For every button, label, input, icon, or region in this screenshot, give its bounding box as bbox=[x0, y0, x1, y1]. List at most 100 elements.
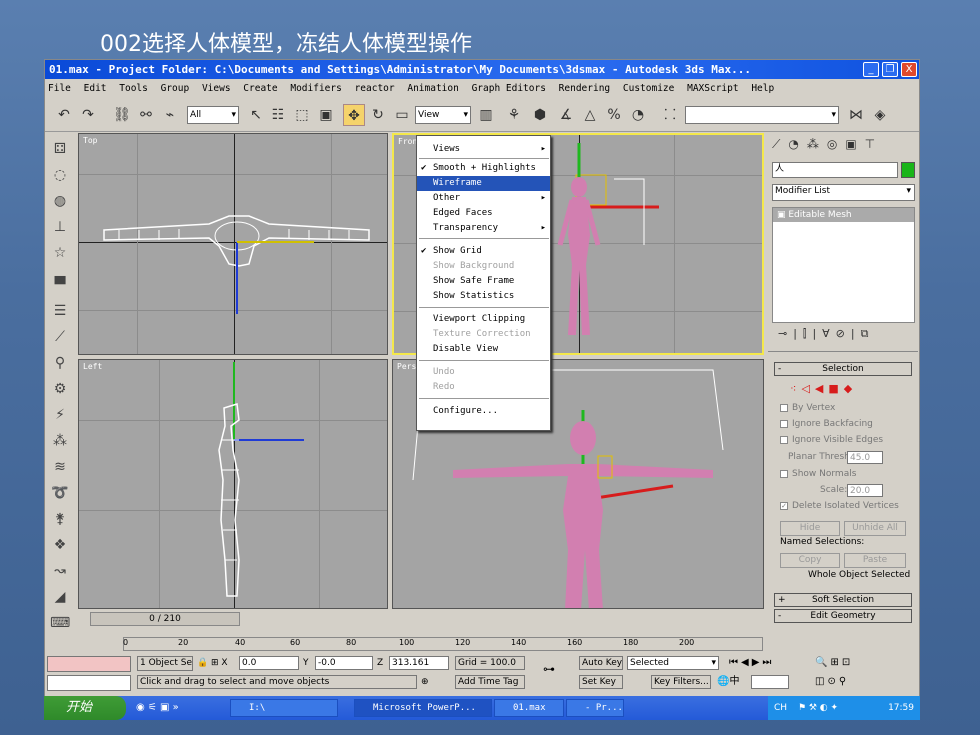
menu-group[interactable]: Group bbox=[161, 83, 190, 94]
stack-item-editable-mesh[interactable]: ▣ Editable Mesh bbox=[773, 208, 914, 222]
manipulate-icon[interactable]: ⚘ bbox=[503, 104, 525, 126]
key-icon[interactable]: ⊶ bbox=[543, 662, 555, 676]
particles-icon[interactable]: ⁂ bbox=[50, 431, 70, 451]
time-slider-track[interactable]: 0 / 210 bbox=[78, 612, 764, 627]
menu-customize[interactable]: Customize bbox=[623, 83, 674, 94]
planar-thresh-field[interactable]: 45.0 bbox=[847, 451, 883, 464]
menu-item-show-grid[interactable]: ✔ Show Grid bbox=[417, 244, 550, 259]
modifier-list-dropdown[interactable]: Modifier List ▾ bbox=[772, 184, 915, 201]
create-icon[interactable]: ⚃ bbox=[50, 139, 70, 159]
scale-field[interactable]: 20.0 bbox=[847, 484, 883, 497]
menu-item-wireframe[interactable]: Wireframe bbox=[417, 176, 550, 191]
helpers-icon[interactable]: ⊥ bbox=[50, 217, 70, 237]
redo-icon[interactable]: ↷ bbox=[77, 104, 99, 126]
reference-coord-dropdown[interactable]: View ▾ bbox=[415, 106, 471, 124]
rect-region-icon[interactable]: ⬚ bbox=[291, 104, 313, 126]
undo-icon[interactable]: ↶ bbox=[53, 104, 75, 126]
set-key-button[interactable]: Set Key bbox=[579, 675, 623, 689]
add-time-tag-button[interactable]: Add Time Tag bbox=[455, 675, 525, 689]
menu-item-texture-correction[interactable]: Texture Correction bbox=[417, 327, 550, 342]
extras-icon[interactable]: ◢ bbox=[50, 587, 70, 607]
selection-filter-dropdown[interactable]: All ▾ bbox=[187, 106, 239, 124]
select-icon[interactable]: ↖ bbox=[245, 104, 267, 126]
sphere-icon[interactable]: ◍ bbox=[50, 191, 70, 211]
bone-icon[interactable]: ⟋ bbox=[50, 327, 70, 347]
tray-icons[interactable]: ⚑ ⚒ ◐ ✦ bbox=[798, 703, 838, 713]
window-crossing-icon[interactable]: ▣ bbox=[315, 104, 337, 126]
menu-item-undo[interactable]: Undo bbox=[417, 365, 550, 380]
lock-icon[interactable]: 🔒 bbox=[197, 656, 208, 670]
stack-controls[interactable]: ⊸|⫿|∀⊘|⧉ bbox=[778, 327, 908, 347]
menu-item-redo[interactable]: Redo bbox=[417, 380, 550, 395]
lightning-icon[interactable]: ⚡ bbox=[50, 405, 70, 425]
copy-button[interactable]: Copy bbox=[780, 553, 840, 568]
z-coordinate-field[interactable]: 313.161 bbox=[389, 656, 449, 670]
menu-item-edged-faces[interactable]: Edged Faces bbox=[417, 206, 550, 221]
auto-key-button[interactable]: Auto Key bbox=[579, 656, 623, 670]
menu-maxscript[interactable]: MAXScript bbox=[687, 83, 738, 94]
ignore-backfacing-checkbox[interactable]: Ignore Backfacing bbox=[780, 419, 873, 429]
menu-item-smooth-highlights[interactable]: ✔ Smooth + Highlights bbox=[417, 161, 550, 176]
menu-tools[interactable]: Tools bbox=[119, 83, 148, 94]
menu-file[interactable]: File bbox=[48, 83, 71, 94]
spinner-snap-icon[interactable]: ◔ bbox=[627, 104, 649, 126]
shapes-icon[interactable]: ◌ bbox=[50, 165, 70, 185]
transform-type-in-icon[interactable]: ⊞ X bbox=[211, 656, 228, 670]
star-icon[interactable]: ☆ bbox=[50, 243, 70, 263]
object-name-field[interactable]: 人 bbox=[772, 162, 898, 178]
menu-create[interactable]: Create bbox=[243, 83, 277, 94]
show-normals-checkbox[interactable]: Show Normals bbox=[780, 469, 856, 479]
menu-item-disable-view[interactable]: Disable View bbox=[417, 342, 550, 357]
menu-item-configure[interactable]: Configure... bbox=[417, 404, 550, 419]
select-by-name-icon[interactable]: ☷ bbox=[267, 104, 289, 126]
menu-item-viewport-clipping[interactable]: Viewport Clipping bbox=[417, 312, 550, 327]
key-mode-dropdown[interactable]: Selected ▾ bbox=[627, 656, 719, 670]
spiral-icon[interactable]: ➰ bbox=[50, 483, 70, 503]
gear-icon[interactable]: ⚙ bbox=[50, 379, 70, 399]
unhide-all-button[interactable]: Unhide All bbox=[844, 521, 906, 536]
task-explorer[interactable]: I:\ bbox=[230, 699, 338, 717]
menu-help[interactable]: Help bbox=[751, 83, 774, 94]
key-filters-button[interactable]: Key Filters... bbox=[651, 675, 711, 689]
selection-rollout[interactable]: - Selection bbox=[774, 362, 912, 376]
start-button[interactable]: 开始 bbox=[44, 696, 126, 720]
menu-item-show-statistics[interactable]: Show Statistics bbox=[417, 289, 550, 304]
delete-isolated-checkbox[interactable]: ✓ Delete Isolated Vertices bbox=[780, 501, 899, 511]
unlink-icon[interactable]: ⚯ bbox=[135, 104, 157, 126]
keyboard-shortcut-icon[interactable]: ⬢ bbox=[529, 104, 551, 126]
percent-snap-icon[interactable]: % bbox=[603, 104, 625, 126]
edit-named-selection-icon[interactable]: ⸬ bbox=[659, 104, 681, 126]
x-coordinate-field[interactable]: 0.0 bbox=[239, 656, 299, 670]
menu-item-transparency[interactable]: Transparency ▸ bbox=[417, 221, 550, 236]
menu-graph-editors[interactable]: Graph Editors bbox=[472, 83, 546, 94]
quick-launch-icons[interactable]: ◉ ⚟ ▣ » bbox=[136, 701, 179, 715]
object-color-swatch[interactable] bbox=[901, 162, 915, 178]
menu-rendering[interactable]: Rendering bbox=[559, 83, 610, 94]
task-powerpoint[interactable]: Microsoft PowerP... bbox=[354, 699, 492, 717]
menu-item-show-safe-frame[interactable]: Show Safe Frame bbox=[417, 274, 550, 289]
menu-animation[interactable]: Animation bbox=[407, 83, 458, 94]
snaps-toggle-icon[interactable]: ∡ bbox=[555, 104, 577, 126]
box-icon[interactable]: ▀ bbox=[50, 275, 70, 295]
menu-views[interactable]: Views bbox=[202, 83, 231, 94]
command-tabs[interactable]: ⟋◔⁂◎▣⊤ bbox=[772, 137, 914, 157]
waves-icon[interactable]: ≋ bbox=[50, 457, 70, 477]
menu-modifiers[interactable]: Modifiers bbox=[290, 83, 341, 94]
biped-icon[interactable]: ⚵ bbox=[50, 509, 70, 529]
menu-reactor[interactable]: reactor bbox=[355, 83, 395, 94]
subobject-level-icons[interactable]: ⁖◁◀■◆ bbox=[790, 382, 857, 395]
viewport-top[interactable]: Top bbox=[78, 133, 388, 355]
wand-icon[interactable]: ⚲ bbox=[50, 353, 70, 373]
menu-item-views[interactable]: Views ▸ bbox=[417, 142, 550, 157]
move-icon[interactable]: ✥ bbox=[343, 104, 365, 126]
maxscript-mini-input[interactable] bbox=[47, 675, 131, 691]
named-selection-dropdown[interactable]: ▾ bbox=[685, 106, 839, 124]
hide-button[interactable]: Hide bbox=[780, 521, 840, 536]
navigation-controls[interactable]: 🔍⊞⊡ bbox=[815, 656, 853, 670]
soft-selection-rollout[interactable]: + Soft Selection bbox=[774, 593, 912, 607]
time-slider-thumb[interactable]: 0 / 210 bbox=[90, 612, 240, 626]
rotate-icon[interactable]: ↻ bbox=[367, 104, 389, 126]
ime-indicator[interactable]: 🌐中 bbox=[717, 675, 739, 689]
minimize-button[interactable]: _ bbox=[863, 62, 879, 77]
paste-button[interactable]: Paste bbox=[844, 553, 906, 568]
